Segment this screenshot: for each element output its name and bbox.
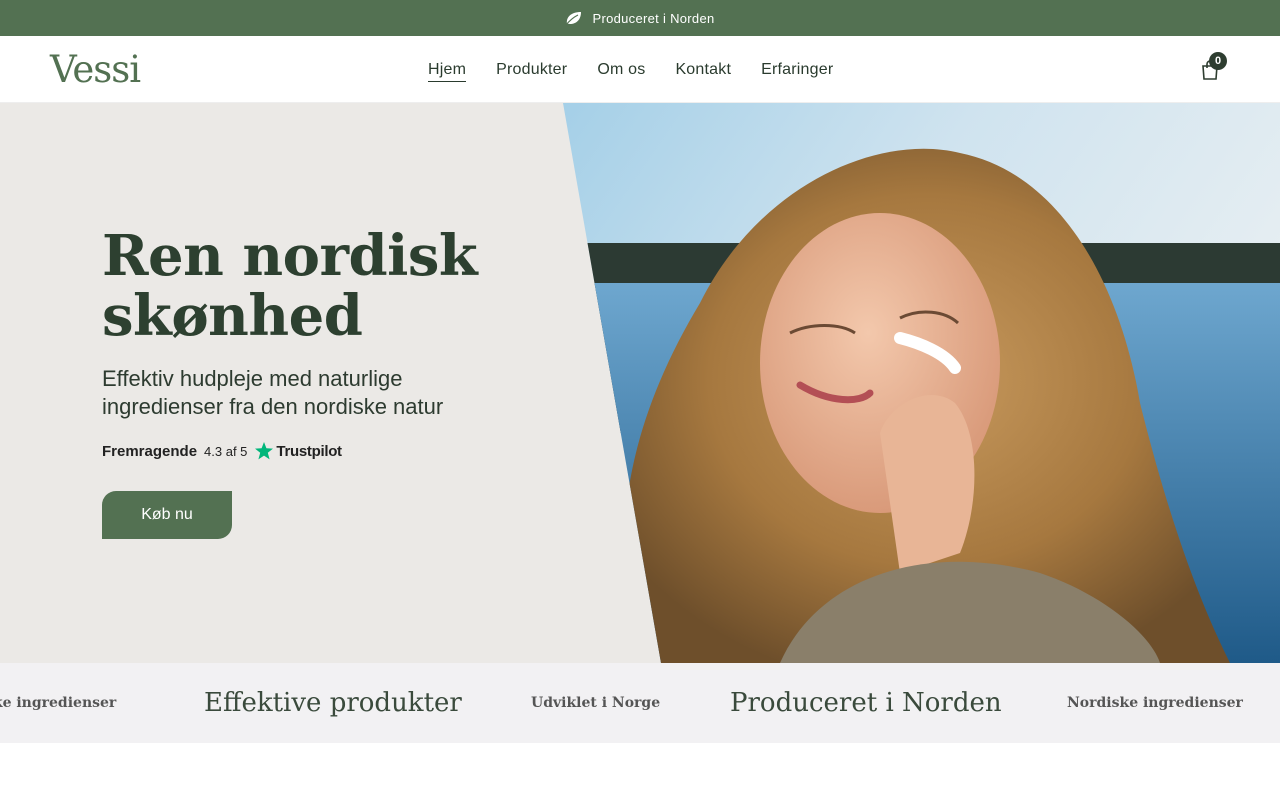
marquee-item: Nordiske ingredienser <box>1067 695 1243 711</box>
marquee-item: ske ingredienser <box>0 695 117 711</box>
star-icon <box>255 442 274 460</box>
site-header: Vessi Hjem Produkter Om os Kontakt Erfar… <box>0 36 1280 103</box>
nav-about[interactable]: Om os <box>597 59 645 82</box>
announcement-bar: Produceret i Norden <box>0 0 1280 36</box>
trustpilot-logo: Trustpilot <box>254 441 342 461</box>
nav-reviews[interactable]: Erfaringer <box>761 59 833 82</box>
hero-section: Ren nordisk skønhed Effektiv hudpleje me… <box>0 103 1280 663</box>
rating-score: 4.3 af 5 <box>204 443 248 459</box>
rating-label: Fremragende <box>102 442 198 460</box>
announcement-text: Produceret i Norden <box>592 10 715 26</box>
marquee-item: Produceret i Norden <box>730 688 1002 718</box>
marquee-item: Effektive produkter <box>204 688 462 718</box>
buy-now-button[interactable]: Køb nu <box>102 491 232 539</box>
marquee-strip: ske ingredienser Effektive produkter Udv… <box>0 663 1280 743</box>
leaf-icon <box>566 11 582 25</box>
trustpilot-rating[interactable]: Fremragende 4.3 af 5 Trustpilot <box>102 441 342 461</box>
nav-products[interactable]: Produkter <box>496 59 567 82</box>
marquee-item: Udviklet i Norge <box>531 695 661 711</box>
nav-home[interactable]: Hjem <box>428 59 467 82</box>
cart-count-badge: 0 <box>1209 52 1227 70</box>
hero-subtitle: Effektiv hudpleje med naturlige ingredie… <box>102 366 444 419</box>
logo[interactable]: Vessi <box>50 50 141 90</box>
trustpilot-brand: Trustpilot <box>276 442 342 460</box>
hero-title: Ren nordisk skønhed <box>102 223 478 349</box>
nav-contact[interactable]: Kontakt <box>675 59 731 82</box>
main-nav: Hjem Produkter Om os Kontakt Erfaringer <box>428 59 833 82</box>
